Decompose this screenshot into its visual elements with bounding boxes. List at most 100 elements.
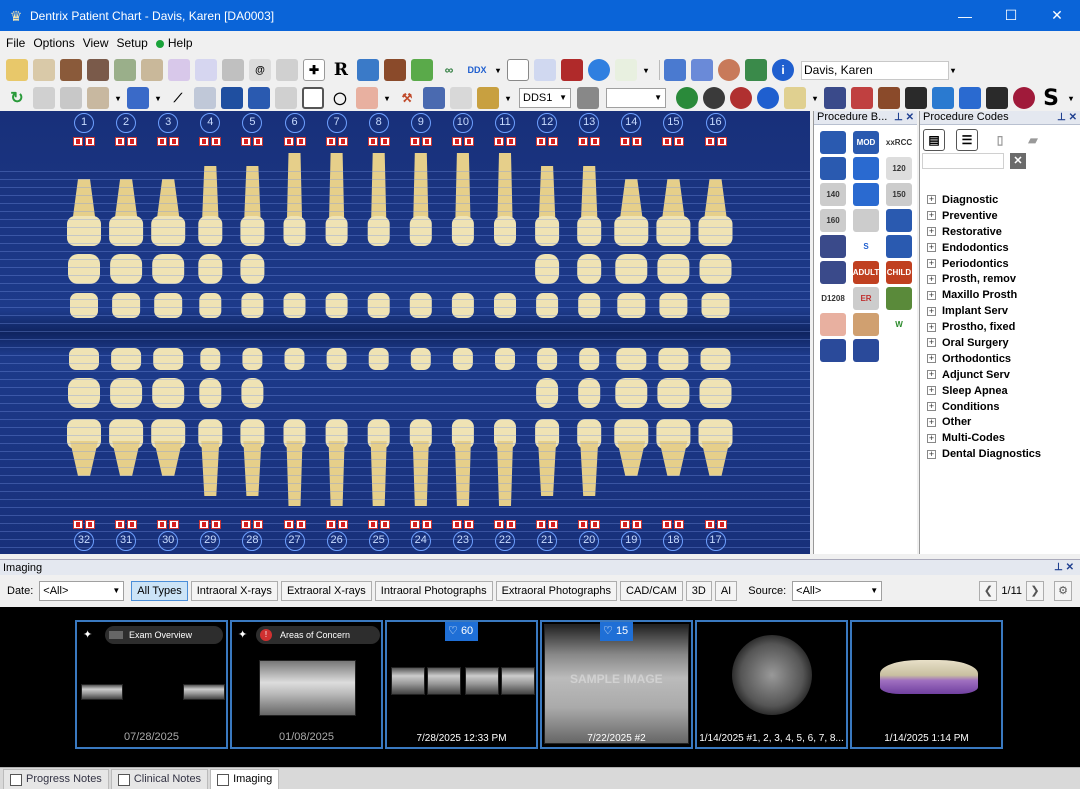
tooth-flags-icon[interactable] [409,520,432,529]
clear-search-icon[interactable]: ✕ [1010,153,1026,169]
tooth-number-button[interactable]: 27 [284,531,305,551]
image-type-button[interactable]: Extraoral X-rays [280,581,372,601]
procedure-button-icon[interactable] [820,157,846,180]
procedure-category-item[interactable]: + Conditions [927,399,1080,415]
glasses-icon[interactable]: ∞ [438,59,460,81]
person-chair-icon[interactable] [87,59,109,81]
refresh-icon[interactable]: ↻ [6,87,28,109]
document-icon[interactable] [450,87,472,109]
copy-icon[interactable] [275,87,297,109]
thumbnail-cad-model[interactable]: 1/14/2025 1:14 PM [850,620,1003,749]
procedure-button-icon[interactable]: 120 [886,157,912,180]
tablet-icon[interactable] [986,87,1008,109]
expand-icon[interactable]: + [927,354,936,364]
mouth-icon[interactable] [356,87,378,109]
tooth-flags-icon[interactable] [494,137,516,146]
menu-options[interactable]: Options [29,31,78,55]
card-icon[interactable] [195,59,217,81]
expand-icon[interactable]: + [927,338,936,348]
tooth-number-button[interactable]: 23 [452,531,473,551]
thumbnail-areas-of-concern[interactable]: ✦ ! Areas of Concern 01/08/2025 [230,620,383,749]
procedure-button-icon[interactable]: MOD [853,131,879,154]
status-icon[interactable] [477,87,499,109]
procedure-button-icon[interactable]: D1208 [820,287,846,310]
tooth-flags-icon[interactable] [704,137,727,146]
expand-icon[interactable]: + [927,306,936,316]
status-dropdown-icon[interactable]: ▾ [504,87,512,109]
tooth-filter-icon[interactable]: ▯ [989,129,1011,151]
print-icon[interactable] [33,87,55,109]
tooth-number-button[interactable]: 32 [74,531,94,551]
maximize-button[interactable]: ☐ [988,0,1034,31]
tooth-number-button[interactable]: 25 [368,531,389,551]
full-view-icon[interactable] [302,87,324,109]
info-icon[interactable]: i [772,59,794,81]
xray-icon[interactable] [221,87,243,109]
chart-window-icon[interactable] [222,59,244,81]
transfer-icon[interactable] [745,59,767,81]
expand-icon[interactable]: + [927,386,936,396]
book-icon[interactable] [60,59,82,81]
monitor-dropdown-icon[interactable]: ▾ [154,87,162,109]
ledger-icon[interactable] [357,59,379,81]
tooth-number-button[interactable]: 11 [495,113,515,133]
tooth-flags-icon[interactable] [536,520,559,529]
procedure-button-icon[interactable] [886,209,912,232]
procedure-button-icon[interactable]: W [886,313,912,336]
users-icon[interactable] [664,59,686,81]
tooth-number-button[interactable]: 8 [368,113,389,133]
procedure-button-icon[interactable] [820,313,846,336]
tooth-flags-icon[interactable] [115,137,138,146]
expand-icon[interactable]: + [927,195,936,205]
image-type-button[interactable]: AI [714,581,738,601]
procedure-category-item[interactable]: + Restorative [927,224,1080,240]
patient-photo-icon[interactable] [718,59,740,81]
prev-page-button[interactable]: ❮ [979,581,998,601]
procedure-category-item[interactable]: + Other [927,414,1080,430]
expand-icon[interactable]: + [927,322,936,332]
ddx-dropdown-icon[interactable]: ▾ [494,59,502,81]
patient-dropdown-icon[interactable]: ▾ [949,59,957,81]
expand-icon[interactable]: + [927,211,936,221]
tooth-flags-icon[interactable] [157,137,180,146]
procedure-category-item[interactable]: + Adjunct Serv [927,367,1080,383]
procedure-button-icon[interactable]: ADULT [853,261,879,284]
procedure-button-icon[interactable]: xxRCC [886,131,912,154]
tooth-number-button[interactable]: 9 [410,113,431,133]
image-type-button[interactable]: Intraoral X-rays [190,581,278,601]
tooth-flags-icon[interactable] [283,520,306,529]
thumbnail-bitewings[interactable]: ♡ 60 7/28/2025 12:33 PM [385,620,538,749]
procedure-button-icon[interactable] [820,339,846,362]
pin-close-icon[interactable]: ⊥ ✕ [894,111,914,124]
tooth-flags-icon[interactable] [157,520,180,529]
procedure-button-icon[interactable] [853,313,879,336]
expand-icon[interactable]: + [927,433,936,443]
procedure-category-item[interactable]: + Multi-Codes [927,430,1080,446]
procedure-button-icon[interactable]: S [853,235,879,258]
tooth-flags-icon[interactable] [578,137,601,146]
grid-icon[interactable] [276,59,298,81]
expand-icon[interactable]: + [927,259,936,268]
patient-name-field[interactable]: Davis, Karen [801,60,949,80]
menu-view[interactable]: View [79,31,113,55]
tooth-number-button[interactable]: 21 [537,531,558,551]
id-card-icon[interactable] [507,59,529,81]
open-patient-icon[interactable] [6,59,28,81]
tooth-flags-icon[interactable] [115,520,138,529]
tooth-number-button[interactable]: 16 [705,113,726,133]
procedure-category-item[interactable]: + Endodontics [927,240,1080,256]
expand-icon[interactable]: + [927,370,936,380]
rx-icon[interactable]: R [330,59,352,81]
eraser-filter-icon[interactable]: ▰ [1022,129,1044,151]
tooth-number-button[interactable]: 26 [326,531,347,551]
procedure-category-item[interactable]: + Periodontics [927,256,1080,272]
menu-setup[interactable]: Setup [113,31,152,55]
procedure-category-item[interactable]: + Preventive [927,208,1080,224]
expand-icon[interactable]: + [927,274,936,284]
source-select[interactable]: <All> ▼ [792,581,883,601]
lock-icon[interactable] [577,87,599,109]
tooth-flags-icon[interactable] [536,137,559,146]
tooth-flags-icon[interactable] [73,137,95,146]
procedure-button-icon[interactable] [886,287,912,310]
printer-icon[interactable] [60,87,82,109]
